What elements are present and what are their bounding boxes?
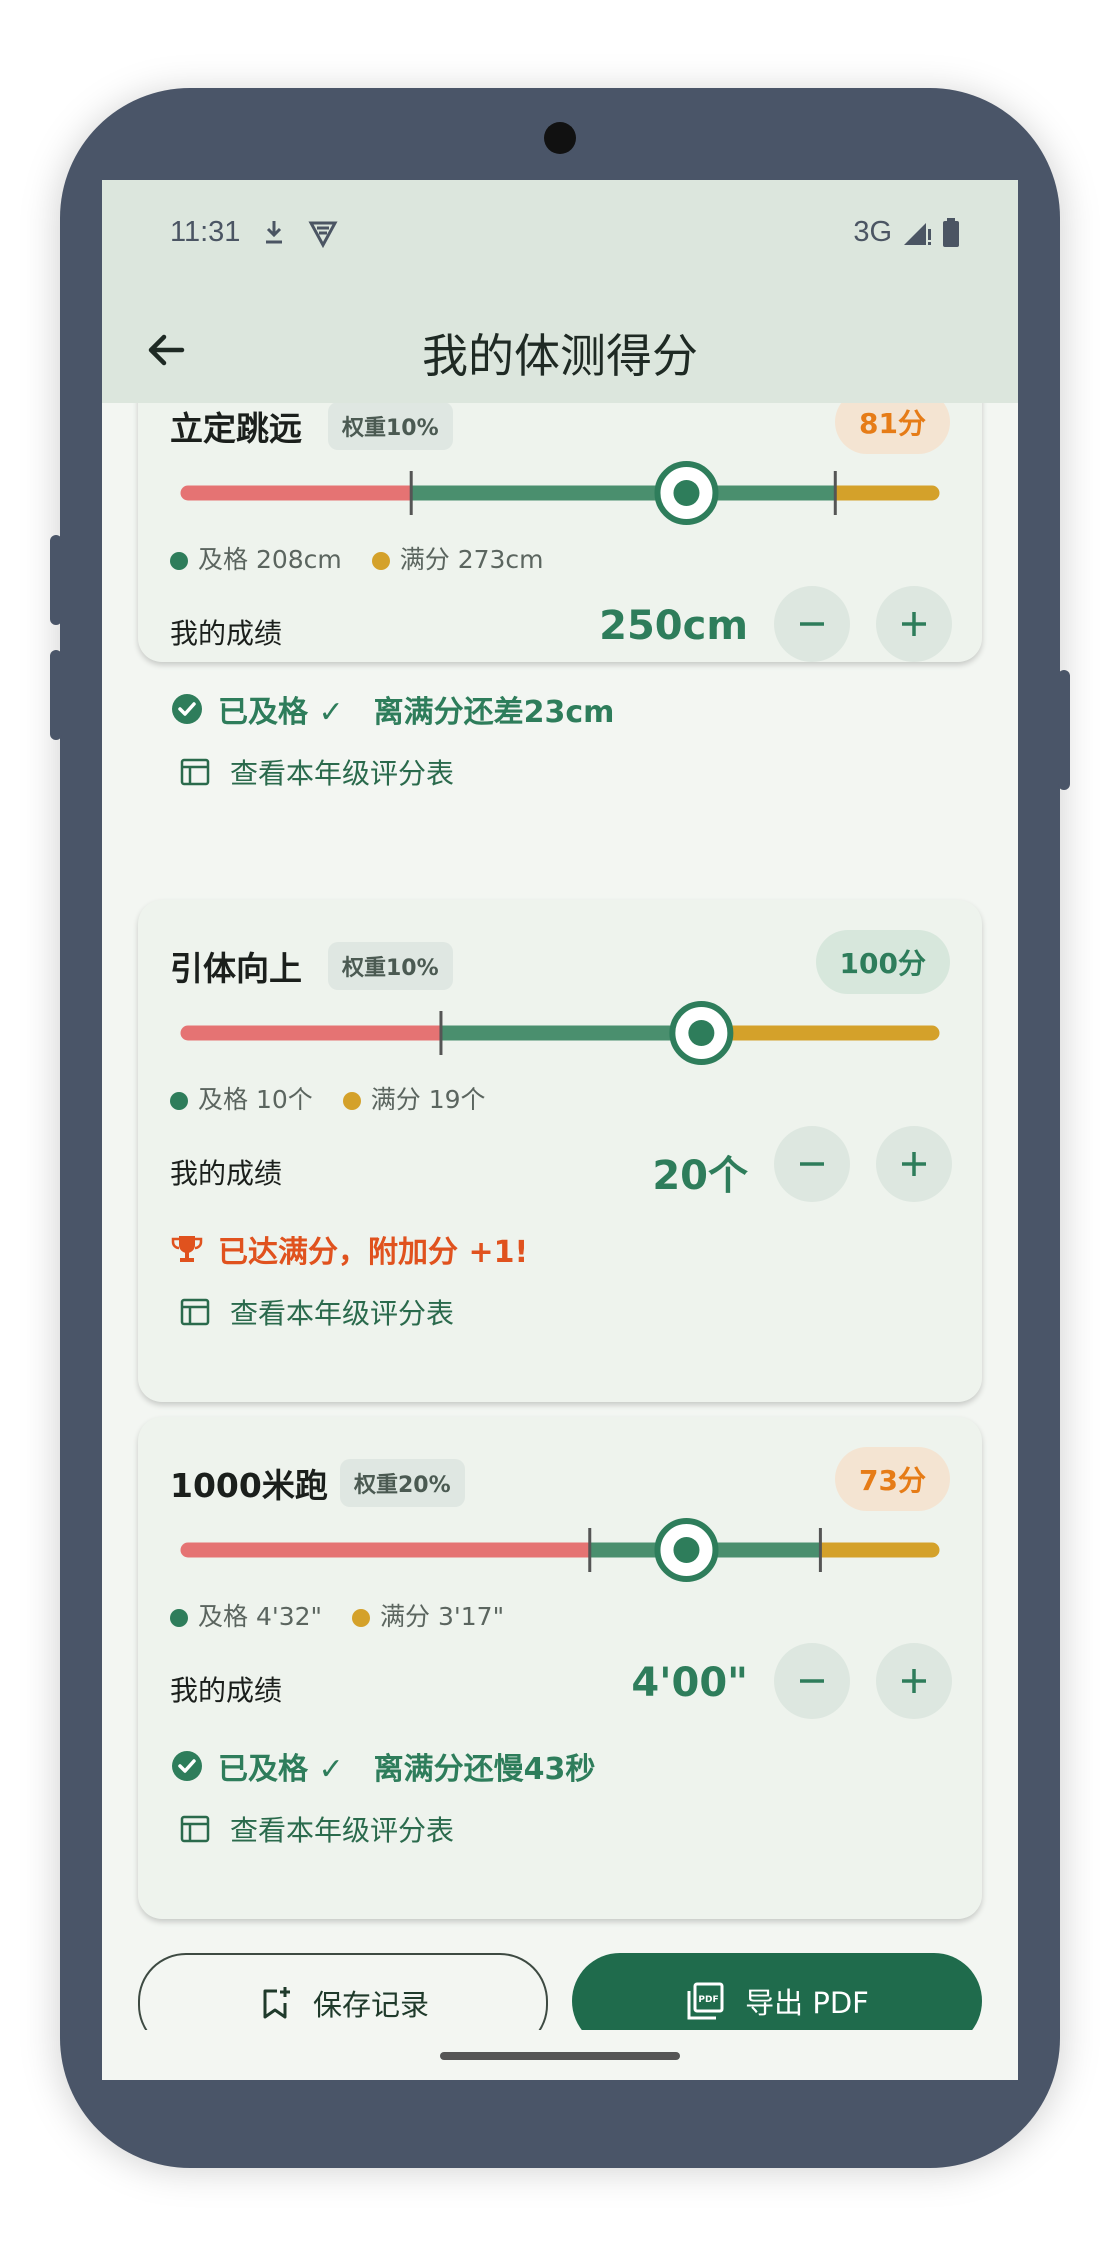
status-bar: 11:31 3G: [170, 216, 960, 256]
minus-icon: [800, 1162, 824, 1166]
my-score-value: 20个: [652, 1153, 748, 1199]
plus-icon: [902, 1669, 926, 1693]
network-type: 3G: [853, 216, 892, 248]
power-button: [1058, 670, 1070, 790]
legend-full: 满分 3'17": [352, 1597, 504, 1633]
battery-icon: [943, 217, 959, 247]
legend-pass: 及格 208cm: [170, 540, 342, 576]
export-pdf-label: 导出 PDF: [745, 1986, 869, 2020]
legend-pass-text: 及格 208cm: [198, 545, 342, 574]
table-icon: [180, 758, 210, 786]
vpn-shield-icon: [308, 221, 338, 248]
pdf-icon: PDF: [687, 1982, 724, 2020]
event-name: 立定跳远: [170, 409, 302, 448]
minus-icon: [800, 622, 824, 626]
score-chip: 73分: [835, 1447, 950, 1511]
decrement-button[interactable]: [774, 586, 850, 662]
score-card: 引体向上 权重10% 100分 及格 10个 满分 19个 我的成绩 20个 已…: [138, 900, 982, 1402]
legend-full: 满分 273cm: [371, 540, 544, 576]
decrement-button[interactable]: [774, 1643, 850, 1719]
my-score-value: 250cm: [599, 603, 748, 649]
event-name: 1000米跑: [170, 1466, 328, 1505]
volume-down-button: [50, 650, 62, 740]
bookmark-add-icon: [263, 1987, 290, 2019]
full-dot: [371, 552, 390, 570]
legend-full-text: 满分 273cm: [399, 545, 544, 574]
legend-pass-text: 及格 10个: [198, 1085, 313, 1114]
signal-icon: [904, 222, 931, 245]
screen: 立定跳远 权重10% 81分 及格 208cm 满分 273cm 我的成绩 25…: [102, 180, 1018, 2080]
weight-chip: 权重20%: [340, 1459, 465, 1507]
view-grade-table-label: 查看本年级评分表: [230, 1814, 455, 1847]
home-indicator[interactable]: [440, 2052, 680, 2060]
my-score-value: 4'00": [631, 1660, 748, 1706]
status-text: 已及格 ✓ 离满分还差23cm: [218, 695, 615, 730]
view-grade-table-label: 查看本年级评分表: [230, 1297, 455, 1330]
current-score-marker-dot: [673, 1537, 700, 1563]
plus-icon: [902, 612, 926, 636]
status-time: 11:31: [170, 216, 241, 248]
view-grade-table-label: 查看本年级评分表: [230, 757, 455, 790]
trophy-icon: [171, 1236, 203, 1262]
pass-dot: [170, 552, 188, 570]
status-line: 已及格 ✓ 离满分还慢43秒: [170, 1744, 595, 1788]
weight-chip: 权重10%: [328, 402, 453, 450]
score-chip: 100分: [815, 930, 950, 994]
my-score-label: 我的成绩: [170, 617, 283, 650]
pdf-icon-label: PDF: [699, 1995, 719, 2005]
legend-full: 满分 19个: [342, 1080, 486, 1116]
full-dot: [342, 1092, 361, 1110]
current-score-marker-dot: [673, 480, 700, 506]
score-card: 1000米跑 权重20% 73分 及格 4'32" 满分 3'17" 我的成绩 …: [138, 1417, 982, 1919]
view-grade-table-link[interactable]: 查看本年级评分表: [180, 752, 454, 792]
legend-pass-text: 及格 4'32": [198, 1602, 323, 1631]
my-score-label: 我的成绩: [170, 1157, 283, 1190]
decrement-button[interactable]: [774, 1126, 850, 1202]
view-grade-table-link[interactable]: 查看本年级评分表: [180, 1809, 454, 1849]
legend-pass: 及格 4'32": [170, 1597, 322, 1633]
full-dot: [352, 1609, 371, 1627]
status-line: 已及格 ✓ 离满分还差23cm: [170, 687, 614, 731]
legend-full-text: 满分 19个: [370, 1085, 486, 1114]
my-score-label: 我的成绩: [170, 1674, 283, 1707]
download-icon: [266, 221, 282, 244]
table-icon: [180, 1815, 210, 1843]
increment-button[interactable]: [876, 586, 952, 662]
legend: 及格 208cm 满分 273cm: [170, 540, 544, 576]
camera-icon: [544, 122, 576, 154]
page-title: 我的体测得分: [422, 329, 698, 383]
table-icon: [180, 1298, 210, 1326]
score-range-bar: [180, 1518, 940, 1582]
increment-button[interactable]: [876, 1126, 952, 1202]
app-bar: 11:31 3G 我的体测得分: [102, 180, 1018, 403]
save-record-label: 保存记录: [312, 1988, 429, 2022]
check-circle-icon: [172, 1751, 202, 1781]
legend: 及格 10个 满分 19个: [170, 1080, 486, 1116]
view-grade-table-link[interactable]: 查看本年级评分表: [180, 1292, 454, 1332]
status-text: 已达满分，附加分 +1!: [218, 1235, 529, 1270]
minus-icon: [800, 1679, 824, 1683]
status-line: 已达满分，附加分 +1!: [170, 1227, 528, 1271]
score-range-bar: [180, 461, 940, 525]
pass-dot: [170, 1609, 188, 1627]
current-score-marker-dot: [688, 1020, 715, 1046]
notification-icons: [262, 218, 338, 248]
legend: 及格 4'32" 满分 3'17": [170, 1597, 504, 1633]
plus-icon: [902, 1152, 926, 1176]
weight-chip: 权重10%: [328, 942, 453, 990]
status-text: 已及格 ✓ 离满分还慢43秒: [218, 1752, 596, 1787]
volume-up-button: [50, 535, 62, 625]
score-range-bar: [180, 1001, 940, 1065]
check-circle-icon: [172, 694, 202, 724]
pass-dot: [170, 1092, 188, 1110]
legend-full-text: 满分 3'17": [380, 1602, 505, 1631]
event-name: 引体向上: [170, 949, 302, 988]
legend-pass: 及格 10个: [170, 1080, 313, 1116]
increment-button[interactable]: [876, 1643, 952, 1719]
status-right: 3G: [853, 216, 960, 249]
